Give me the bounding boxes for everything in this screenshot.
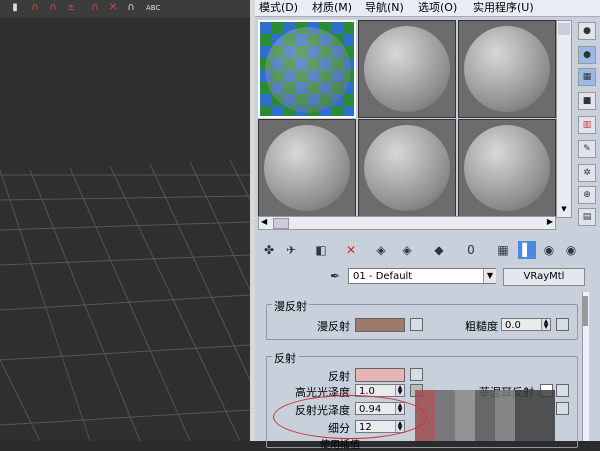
sample-uv-icon[interactable]: ■ [578, 92, 596, 110]
select-by-material-icon[interactable]: ⊕ [578, 186, 596, 204]
scroll-right-icon[interactable]: ▶ [547, 217, 553, 226]
snap-icon[interactable]: ▮ [8, 2, 22, 14]
reflect-group-title: 反射 [272, 350, 298, 366]
get-material-icon[interactable]: ✤ [260, 241, 278, 259]
diffuse-group-title: 漫反射 [272, 298, 309, 314]
roughness-value: 0.0 [505, 320, 521, 331]
sample-slot-6[interactable] [458, 119, 556, 217]
spinner-arrows-icon[interactable]: ▲ ▼ [541, 319, 550, 330]
chevron-down-icon[interactable]: ▼ [483, 269, 496, 283]
fresnel-map-button[interactable] [556, 384, 569, 397]
viewport-grid [0, 159, 250, 441]
sample-sphere [264, 125, 350, 211]
background-checker-icon[interactable]: ▦ [578, 68, 596, 86]
menu-options[interactable]: 选项(O) [418, 0, 457, 16]
menu-navigation[interactable]: 导航(N) [365, 0, 404, 16]
sample-sphere-icon[interactable]: ● [578, 22, 596, 40]
menu-material[interactable]: 材质(M) [312, 0, 352, 16]
show-end-result-icon[interactable]: ▌ [518, 241, 536, 259]
viewport-toolbar: ▮ ∩ ∩ ± ∩ ✕ ∩ ABC [0, 0, 250, 18]
options-icon[interactable]: ✲ [578, 164, 596, 182]
percent-snap-icon[interactable]: ± [64, 2, 78, 14]
reset-map-icon[interactable]: ✕ [342, 241, 360, 259]
menu-bar: 模式(D) 材质(M) 导航(N) 选项(O) 实用程序(U) [255, 0, 600, 17]
put-to-library-icon[interactable]: ◆ [430, 241, 448, 259]
go-forward-sibling-icon[interactable]: ◉ [562, 241, 580, 259]
backlight-icon[interactable]: ● [578, 46, 596, 64]
mirror-icon[interactable]: ∩ [124, 2, 138, 14]
sample-slot-2[interactable] [358, 20, 456, 118]
sample-sphere [265, 27, 351, 113]
sample-sphere [464, 125, 550, 211]
reflect-gloss-map-button[interactable] [556, 402, 569, 415]
slots-horizontal-scrollbar[interactable]: ◀ ▶ [258, 216, 556, 230]
go-to-parent-icon[interactable]: ◉ [540, 241, 558, 259]
scroll-down-icon[interactable]: ▼ [558, 205, 570, 215]
edit-named-sel-icon[interactable]: ✕ [106, 2, 120, 14]
sample-slot-1[interactable] [258, 20, 356, 118]
make-unique-icon[interactable]: ◈ [398, 241, 416, 259]
diffuse-color-swatch[interactable] [355, 318, 405, 332]
parameters-scroll-thumb[interactable] [582, 296, 588, 326]
spinner-snap-icon[interactable]: ∩ [88, 2, 102, 14]
magnet-snap-icon[interactable]: ∩ [28, 2, 42, 14]
reflect-label: 反射 [328, 370, 350, 383]
material-id-icon[interactable]: 0 [462, 241, 480, 259]
abc-icon[interactable]: ABC [146, 2, 160, 14]
sample-sphere [364, 26, 450, 112]
roughness-label: 粗糙度 [465, 320, 498, 333]
put-to-scene-icon[interactable]: ✈ [282, 241, 300, 259]
angle-snap-icon[interactable]: ∩ [46, 2, 60, 14]
scroll-up-icon[interactable] [558, 23, 570, 35]
slots-vertical-scrollbar[interactable]: ▼ [556, 20, 572, 218]
sample-slot-4[interactable] [258, 119, 356, 217]
make-preview-icon[interactable]: ✎ [578, 140, 596, 158]
diffuse-map-button[interactable] [410, 318, 423, 331]
blurred-area [415, 390, 555, 441]
scroll-left-icon[interactable]: ◀ [261, 217, 267, 226]
reflect-map-button[interactable] [410, 368, 423, 381]
video-color-icon[interactable]: ▥ [578, 116, 596, 134]
sample-sphere [364, 125, 450, 211]
diffuse-label: 漫反射 [317, 320, 350, 333]
material-navigator-icon[interactable]: ▤ [578, 208, 596, 226]
scroll-thumb[interactable] [273, 218, 289, 229]
material-name-field[interactable]: 01 - Default [348, 268, 496, 284]
assign-to-selection-icon[interactable]: ◧ [312, 241, 330, 259]
sample-slot-5[interactable] [358, 119, 456, 217]
roughness-map-button[interactable] [556, 318, 569, 331]
menu-mode[interactable]: 模式(D) [259, 0, 298, 16]
perspective-viewport[interactable] [0, 0, 250, 441]
sample-slot-3[interactable] [458, 20, 556, 118]
material-type-button[interactable]: VRayMtl [503, 268, 585, 286]
spinner-arrows-icon[interactable]: ▲ ▼ [395, 385, 404, 396]
show-map-icon[interactable]: ▦ [494, 241, 512, 259]
menu-utilities[interactable]: 实用程序(U) [473, 0, 534, 16]
roughness-spinner[interactable]: 0.0 ▲ ▼ [501, 318, 551, 331]
sample-sphere [464, 26, 550, 112]
highlight-ellipse [273, 395, 427, 439]
pick-material-icon[interactable]: ✒ [330, 268, 344, 284]
make-copy-icon[interactable]: ◈ [372, 241, 390, 259]
reflect-color-swatch[interactable] [355, 368, 405, 382]
